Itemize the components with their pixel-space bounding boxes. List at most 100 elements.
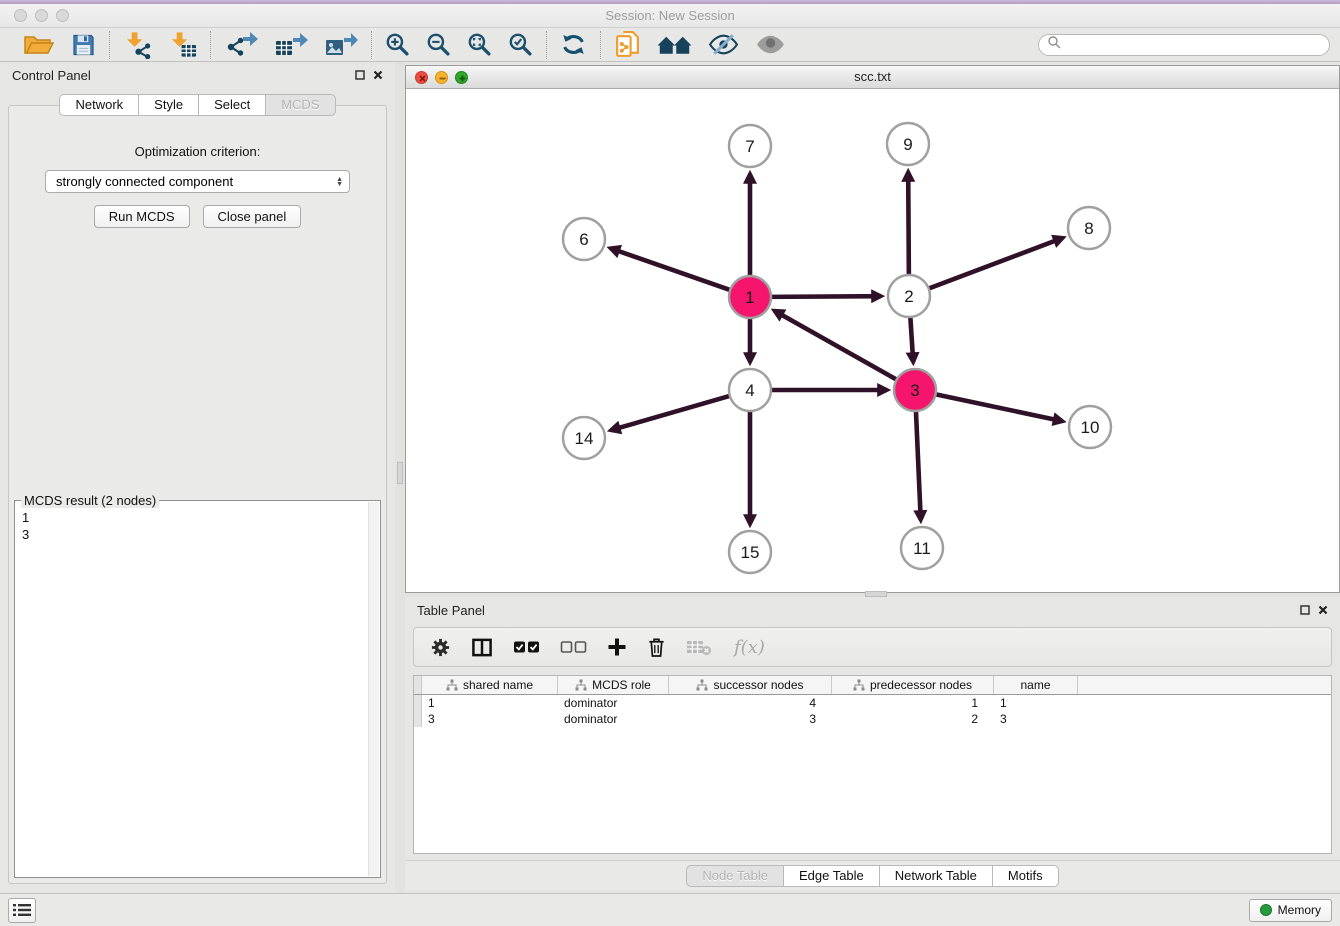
node-label-2: 2 — [904, 287, 913, 306]
search-input[interactable] — [1066, 37, 1321, 53]
import-table-icon[interactable] — [168, 31, 197, 59]
table-cell[interactable]: dominator — [558, 712, 669, 726]
close-panel-icon[interactable] — [373, 70, 383, 80]
network-column-icon — [853, 679, 865, 691]
edge-3-11[interactable] — [916, 409, 921, 520]
horizontal-splitter-handle[interactable] — [865, 591, 887, 597]
refresh-icon[interactable] — [560, 32, 587, 57]
optimization-criterion-select[interactable]: strongly connected component ▲▼ — [45, 170, 350, 193]
table-cell[interactable]: 2 — [832, 712, 994, 726]
search-box[interactable] — [1038, 34, 1330, 56]
select-all-icon[interactable] — [513, 639, 540, 656]
table-tab-network-table[interactable]: Network Table — [879, 865, 992, 887]
edge-4-14[interactable] — [611, 395, 732, 430]
network-zoom-button[interactable] — [455, 71, 468, 84]
table-tab-node-table[interactable]: Node Table — [686, 865, 783, 887]
vertical-splitter[interactable] — [395, 62, 405, 893]
column-header-label: shared name — [463, 678, 533, 692]
table-cell[interactable]: 1 — [994, 696, 1078, 710]
network-window-titlebar: scc.txt — [406, 66, 1339, 89]
task-history-button[interactable] — [8, 898, 36, 923]
column-header-label: successor nodes — [713, 678, 803, 692]
control-panel: Control Panel NetworkStyleSelectMCDS Opt… — [0, 62, 395, 893]
result-scrollbar[interactable] — [368, 502, 379, 876]
close-table-panel-icon[interactable] — [1318, 605, 1328, 615]
table-toolbar: f(x) — [413, 627, 1332, 667]
memory-button[interactable]: Memory — [1249, 899, 1332, 922]
edge-2-3[interactable] — [910, 315, 913, 362]
list-icon — [13, 903, 31, 917]
delete-column-icon[interactable] — [647, 636, 666, 658]
edge-2-8[interactable] — [927, 238, 1063, 289]
export-table-icon[interactable] — [274, 31, 308, 59]
table-cell[interactable]: 1 — [422, 696, 558, 710]
copy-share-icon[interactable] — [614, 30, 641, 59]
function-builder-icon: f(x) — [732, 635, 766, 659]
memory-label: Memory — [1278, 903, 1321, 917]
node-label-6: 6 — [579, 230, 588, 249]
tab-network[interactable]: Network — [59, 94, 138, 116]
column-header-MCDS-role[interactable]: MCDS role — [558, 676, 669, 694]
table-row[interactable]: 1dominator411 — [414, 695, 1331, 711]
table-tab-motifs[interactable]: Motifs — [992, 865, 1059, 887]
split-view-icon[interactable] — [471, 637, 493, 658]
home-icon[interactable] — [657, 32, 692, 57]
table-cell[interactable]: 4 — [669, 696, 832, 710]
table-tab-edge-table[interactable]: Edge Table — [783, 865, 879, 887]
edge-1-6[interactable] — [610, 248, 732, 290]
network-graph: 7968124314101511 — [406, 89, 1337, 591]
column-header-shared-name[interactable]: shared name — [422, 676, 558, 694]
save-session-icon[interactable] — [71, 32, 96, 58]
status-bar: Memory — [0, 893, 1340, 926]
edge-2-9[interactable] — [908, 172, 909, 277]
column-header-successor-nodes[interactable]: successor nodes — [669, 676, 832, 694]
network-close-button[interactable] — [415, 71, 428, 84]
minimize-window-button[interactable] — [35, 9, 48, 22]
edge-1-2[interactable] — [769, 296, 881, 297]
deselect-all-icon[interactable] — [560, 639, 587, 656]
zoom-in-icon[interactable] — [385, 32, 410, 57]
float-panel-icon[interactable] — [355, 70, 365, 80]
import-network-icon[interactable] — [123, 31, 152, 59]
table-cell[interactable]: dominator — [558, 696, 669, 710]
table-cell[interactable]: 1 — [832, 696, 994, 710]
edge-3-1[interactable] — [774, 311, 898, 381]
column-header-predecessor-nodes[interactable]: predecessor nodes — [832, 676, 994, 694]
zoom-selected-icon[interactable] — [508, 32, 533, 57]
export-network-icon[interactable] — [224, 31, 258, 59]
tab-mcds[interactable]: MCDS — [265, 94, 335, 116]
show-eye-icon[interactable] — [755, 33, 786, 56]
tab-style[interactable]: Style — [138, 94, 198, 116]
result-line: 3 — [22, 526, 378, 543]
table-cell[interactable]: 3 — [669, 712, 832, 726]
network-column-icon — [446, 679, 458, 691]
network-canvas[interactable]: 7968124314101511 — [406, 89, 1339, 592]
table-panel-title: Table Panel — [417, 603, 485, 618]
table-row[interactable]: 3dominator323 — [414, 711, 1331, 727]
edge-3-10[interactable] — [934, 394, 1063, 421]
float-table-panel-icon[interactable] — [1300, 605, 1310, 615]
tab-select[interactable]: Select — [198, 94, 265, 116]
open-file-icon[interactable] — [23, 32, 55, 58]
close-panel-button[interactable]: Close panel — [203, 205, 302, 228]
gear-icon[interactable] — [430, 637, 451, 658]
network-window-title: scc.txt — [406, 66, 1339, 88]
column-header-name[interactable]: name — [994, 676, 1078, 694]
export-image-icon[interactable] — [324, 31, 358, 59]
vertical-splitter-handle[interactable] — [397, 462, 403, 484]
close-window-button[interactable] — [14, 9, 27, 22]
row-header-gutter — [414, 695, 422, 711]
node-label-9: 9 — [903, 135, 912, 154]
table-cell[interactable]: 3 — [422, 712, 558, 726]
table-cell[interactable]: 3 — [994, 712, 1078, 726]
horizontal-splitter[interactable] — [405, 593, 1340, 597]
zoom-fit-icon[interactable] — [467, 32, 492, 57]
add-column-icon[interactable] — [607, 637, 627, 657]
optimization-criterion-value: strongly connected component — [56, 174, 233, 189]
network-minimize-button[interactable] — [435, 71, 448, 84]
network-column-icon — [696, 679, 708, 691]
zoom-out-icon[interactable] — [426, 32, 451, 57]
hide-eye-icon[interactable] — [708, 33, 739, 56]
zoom-window-button[interactable] — [56, 9, 69, 22]
run-mcds-button[interactable]: Run MCDS — [94, 205, 190, 228]
